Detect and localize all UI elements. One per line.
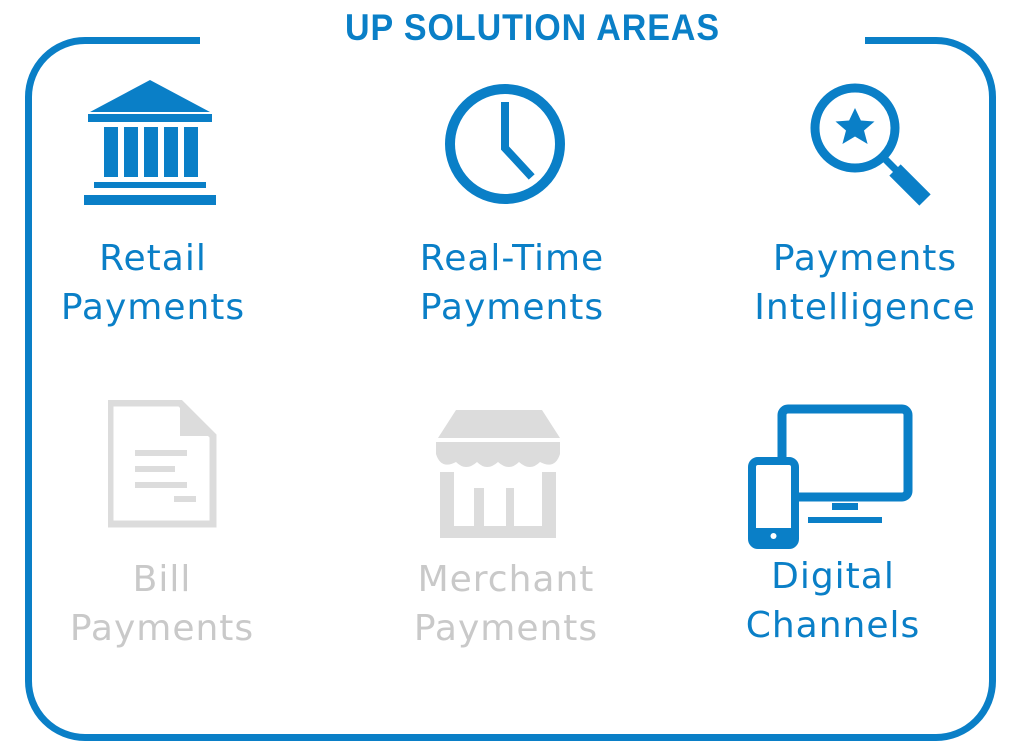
tile-label-line1: Real-Time (419, 238, 605, 279)
tile-label-line2: Payments (60, 287, 246, 328)
tile-label-line2: Intelligence (754, 287, 976, 328)
tile-label-line1: Merchant (417, 559, 595, 600)
tile-label-line1: Bill (132, 559, 192, 600)
tile-label-line2: Payments (69, 608, 255, 649)
bank-icon (84, 80, 216, 205)
magnifier-star-icon (810, 83, 931, 206)
storefront-icon (436, 410, 560, 538)
tile-label-line2: Payments (413, 608, 599, 649)
clock-icon (445, 84, 565, 204)
tile-label-line1: Digital (771, 556, 895, 597)
tile-label-line1: Payments (772, 238, 958, 279)
document-icon (108, 400, 217, 528)
tile-label-line2: Payments (419, 287, 605, 328)
tile-label-line1: Retail (99, 238, 207, 279)
devices-icon (748, 404, 913, 549)
page-title: UP SOLUTION AREAS (344, 7, 720, 48)
tile-label-line2: Channels (745, 605, 921, 646)
